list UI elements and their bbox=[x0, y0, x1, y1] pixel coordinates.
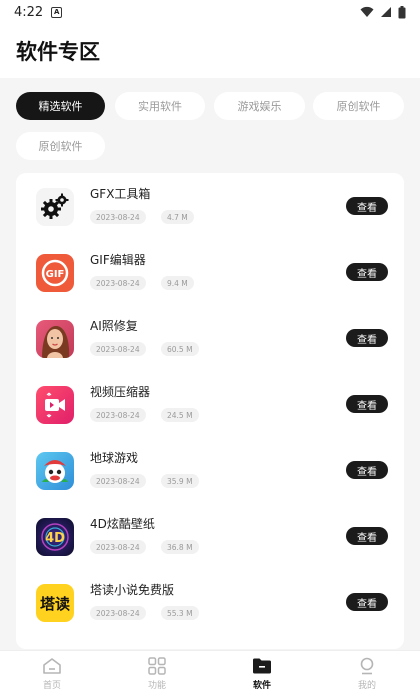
size-tag: 60.5 M bbox=[161, 342, 199, 356]
tab-games[interactable]: 游戏娱乐 bbox=[214, 92, 305, 120]
app-name: 视频压缩器 bbox=[90, 385, 151, 399]
status-time: 4:22 bbox=[14, 4, 44, 20]
app-name: AI照修复 bbox=[90, 319, 138, 333]
category-tabs: 精选软件 实用软件 游戏娱乐 原创软件 原创软件 bbox=[0, 78, 420, 168]
app-name: 地球游戏 bbox=[90, 451, 139, 465]
bottom-nav: 首页 功能 软件 我的 bbox=[0, 650, 420, 700]
4d-icon: 4D bbox=[36, 518, 74, 556]
wifi-icon bbox=[360, 6, 374, 17]
date-tag: 2023-08-24 bbox=[90, 408, 146, 422]
date-tag: 2023-08-24 bbox=[90, 606, 146, 620]
status-right bbox=[360, 5, 406, 19]
cartoon-icon bbox=[36, 452, 74, 490]
app-name: 塔读小说免费版 bbox=[90, 583, 175, 597]
svg-text:4D: 4D bbox=[45, 531, 65, 546]
view-button[interactable]: 查看 bbox=[346, 395, 388, 413]
tadu-icon: 塔读 bbox=[36, 584, 74, 622]
nav-software[interactable]: 软件 bbox=[232, 657, 292, 697]
date-tag: 2023-08-24 bbox=[90, 210, 146, 224]
gif-icon: GIF bbox=[36, 254, 74, 292]
size-tag: 35.9 M bbox=[161, 474, 199, 488]
app-name: GIF编辑器 bbox=[90, 253, 146, 267]
signal-icon bbox=[381, 7, 391, 17]
battery-icon bbox=[398, 5, 406, 18]
list-item[interactable]: 视频压缩器 2023-08-24 24.5 M 查看 bbox=[16, 371, 404, 437]
view-button[interactable]: 查看 bbox=[346, 593, 388, 611]
status-bar: 4:22 A bbox=[0, 0, 420, 24]
list-item[interactable]: 塔读 塔读小说免费版 2023-08-24 55.3 M 查看 bbox=[16, 569, 404, 635]
view-button[interactable]: 查看 bbox=[346, 329, 388, 347]
header: 软件专区 bbox=[0, 24, 420, 78]
list-item[interactable]: AI照修复 2023-08-24 60.5 M 查看 bbox=[16, 305, 404, 371]
list-item[interactable]: GIF GIF编辑器 2023-08-24 9.4 M 查看 bbox=[16, 239, 404, 305]
notification-icon: A bbox=[51, 6, 63, 18]
nav-label: 软件 bbox=[252, 681, 271, 691]
video-icon bbox=[36, 386, 74, 424]
list-item[interactable]: GFX工具箱 2023-08-24 4.7 M 查看 bbox=[16, 173, 404, 239]
portrait-icon bbox=[36, 320, 74, 358]
view-button[interactable]: 查看 bbox=[346, 527, 388, 545]
size-tag: 36.8 M bbox=[161, 540, 199, 554]
app-name: GFX工具箱 bbox=[90, 187, 151, 201]
nav-label: 功能 bbox=[147, 681, 166, 691]
view-button[interactable]: 查看 bbox=[346, 263, 388, 281]
size-tag: 55.3 M bbox=[161, 606, 199, 620]
list-item[interactable]: 4D 4D炫酷壁纸 2023-08-24 36.8 M 查看 bbox=[16, 503, 404, 569]
folder-icon bbox=[253, 658, 271, 674]
nav-functions[interactable]: 功能 bbox=[127, 657, 187, 697]
tab-original[interactable]: 原创软件 bbox=[313, 92, 404, 120]
status-left: 4:22 A bbox=[14, 4, 63, 20]
tab-original-2[interactable]: 原创软件 bbox=[16, 132, 105, 160]
tab-utility[interactable]: 实用软件 bbox=[115, 92, 205, 120]
date-tag: 2023-08-24 bbox=[90, 342, 146, 356]
app-name: 4D炫酷壁纸 bbox=[90, 517, 155, 531]
list-item[interactable]: 地球游戏 2023-08-24 35.9 M 查看 bbox=[16, 437, 404, 503]
date-tag: 2023-08-24 bbox=[90, 540, 146, 554]
size-tag: 4.7 M bbox=[161, 210, 194, 224]
svg-text:GIF: GIF bbox=[46, 269, 65, 280]
tadu-logo-text: 塔读 bbox=[39, 594, 70, 613]
date-tag: 2023-08-24 bbox=[90, 474, 146, 488]
grid-icon bbox=[148, 657, 166, 675]
home-icon bbox=[43, 658, 61, 674]
size-tag: 9.4 M bbox=[161, 276, 194, 290]
nav-me[interactable]: 我的 bbox=[337, 657, 397, 697]
date-tag: 2023-08-24 bbox=[90, 276, 146, 290]
size-tag: 24.5 M bbox=[161, 408, 199, 422]
view-button[interactable]: 查看 bbox=[346, 197, 388, 215]
tab-featured[interactable]: 精选软件 bbox=[16, 92, 105, 120]
app-list: GFX工具箱 2023-08-24 4.7 M 查看 GIF GIF编辑器 20… bbox=[16, 173, 404, 649]
view-button[interactable]: 查看 bbox=[346, 461, 388, 479]
nav-home[interactable]: 首页 bbox=[22, 657, 82, 697]
gear-icon bbox=[36, 188, 74, 226]
nav-label: 我的 bbox=[357, 681, 376, 691]
user-icon bbox=[360, 657, 374, 675]
page-title: 软件专区 bbox=[16, 40, 100, 64]
nav-label: 首页 bbox=[42, 681, 61, 691]
